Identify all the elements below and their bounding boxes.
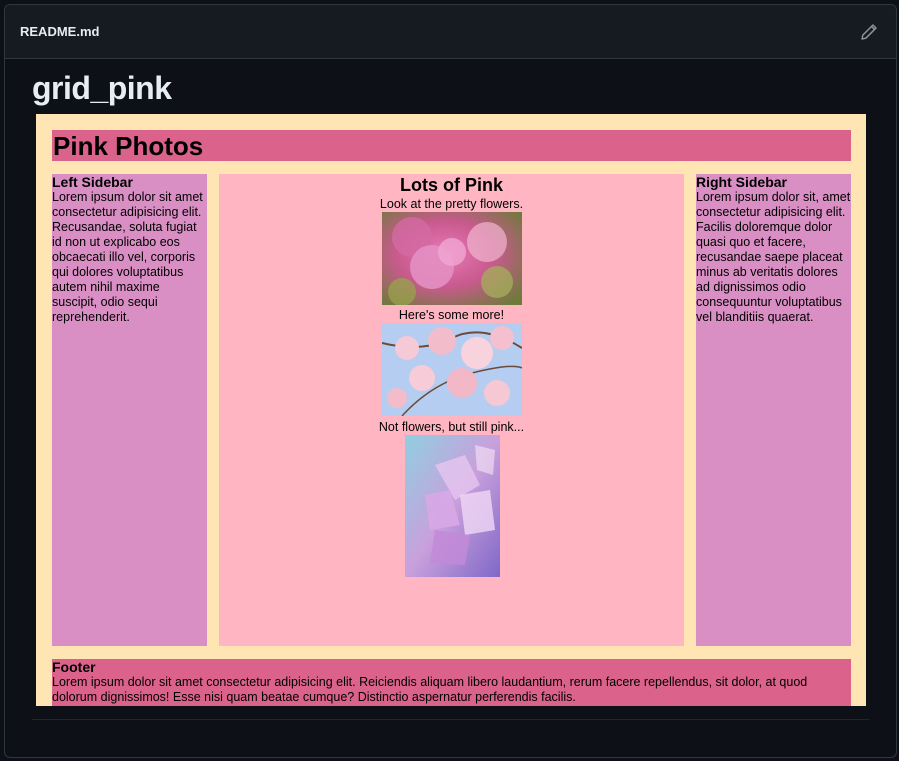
right-sidebar-title: Right Sidebar — [696, 174, 788, 190]
right-sidebar-text: Lorem ipsum dolor sit, amet consectetur … — [696, 190, 851, 324]
crystal-photo — [405, 435, 500, 577]
main-title: Lots of Pink — [400, 175, 503, 195]
left-sidebar: Left Sidebar Lorem ipsum dolor sit amet … — [52, 174, 207, 646]
file-header: README.md — [5, 5, 896, 59]
divider — [32, 719, 869, 720]
pencil-icon — [861, 24, 877, 40]
flower-photo-1 — [382, 212, 522, 305]
image-preview: Pink Photos Left Sidebar Lorem ipsum dol… — [36, 114, 866, 706]
left-sidebar-title: Left Sidebar — [52, 174, 133, 190]
flower-photo-2 — [382, 323, 522, 416]
file-name: README.md — [20, 24, 100, 39]
caption-1: Look at the pretty flowers. — [379, 197, 524, 211]
footer-title: Footer — [52, 659, 96, 675]
preview-heading: Pink Photos — [53, 131, 204, 161]
edit-button[interactable] — [860, 23, 878, 41]
left-sidebar-text: Lorem ipsum dolor sit amet consectetur a… — [52, 190, 203, 324]
preview-header: Pink Photos — [52, 130, 851, 161]
footer-text: Lorem ipsum dolor sit amet consectetur a… — [52, 675, 808, 704]
readme-title: grid_pink — [32, 70, 172, 106]
main-content: Lots of Pink Look at the pretty flowers.… — [219, 174, 684, 646]
right-sidebar: Right Sidebar Lorem ipsum dolor sit, ame… — [696, 174, 851, 646]
caption-3: Not flowers, but still pink... — [378, 420, 525, 434]
caption-2: Here's some more! — [398, 308, 505, 322]
preview-footer: Footer Lorem ipsum dolor sit amet consec… — [52, 659, 851, 706]
